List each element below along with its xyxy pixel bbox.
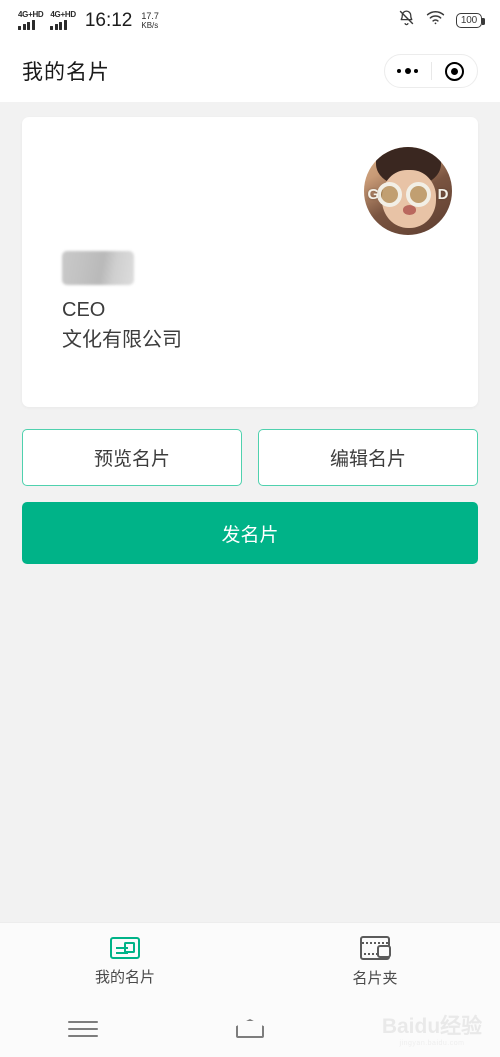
battery-indicator: 100 <box>455 12 485 28</box>
job-title: CEO <box>62 299 106 321</box>
page-title: 我的名片 <box>22 61 110 84</box>
target-circle-icon <box>444 61 464 81</box>
android-home-button[interactable] <box>167 1019 334 1038</box>
avatar-lips <box>402 205 416 215</box>
sim1-network-label: 4G+HD <box>18 9 44 19</box>
phone-screen: 4G+HD 4G+HD 16:12 17.7 KB/s 100 我的名片 CEO… <box>0 0 500 1057</box>
tab-my-card[interactable]: 我的名片 <box>0 936 250 987</box>
tab-card-holder-label: 名片夹 <box>352 969 398 987</box>
status-bar-clock: 16:12 <box>84 9 133 31</box>
bell-muted-icon <box>398 9 415 31</box>
tab-bar: 我的名片 名片夹 <box>0 922 500 1000</box>
company-name: 文化有限公司 <box>62 329 182 351</box>
main-content: CEO 文化有限公司 G D 预览名片 编辑名片 发名片 <box>0 117 500 564</box>
android-menu-button[interactable] <box>0 1016 167 1042</box>
avatar: G D <box>364 147 452 235</box>
more-menu-button[interactable] <box>385 55 431 87</box>
wallet-icon <box>360 935 391 960</box>
sim2-network-label: 4G+HD <box>50 9 76 19</box>
signal-indicator-sim1: 4G+HD <box>18 9 44 30</box>
send-card-button[interactable]: 发名片 <box>22 502 478 564</box>
avatar-overlay-letter-right: D <box>437 185 449 203</box>
watermark-main-text: Baidu经验 <box>381 1014 483 1038</box>
battery-level-label: 100 <box>460 14 477 26</box>
status-bar-right: 100 <box>398 9 485 31</box>
android-navigation-bar: Baidu经验 jingyan.baidu.com <box>0 1000 500 1057</box>
secondary-action-row: 预览名片 编辑名片 <box>22 429 478 486</box>
signal-indicator-sim2: 4G+HD <box>50 9 76 30</box>
status-bar: 4G+HD 4G+HD 16:12 17.7 KB/s 100 <box>0 0 500 40</box>
nav-bar: 我的名片 <box>0 40 500 102</box>
watermark-sub-text: jingyan.baidu.com <box>399 1039 465 1047</box>
status-bar-left: 4G+HD 4G+HD 16:12 17.7 KB/s <box>18 9 159 31</box>
close-miniprogram-button[interactable] <box>432 55 478 87</box>
tab-card-holder[interactable]: 名片夹 <box>250 935 500 988</box>
preview-card-button[interactable]: 预览名片 <box>22 429 242 486</box>
baidu-watermark: Baidu经验 jingyan.baidu.com <box>372 1006 492 1050</box>
network-speed: 17.7 KB/s <box>141 10 159 30</box>
business-card-info: CEO 文化有限公司 <box>62 251 182 355</box>
sim1-signal-bars-icon <box>18 19 35 30</box>
person-name-redacted <box>62 251 134 285</box>
wifi-icon <box>426 10 445 30</box>
business-card-icon <box>110 936 140 959</box>
avatar-overlay-letter-left: G <box>367 185 380 203</box>
edit-card-button[interactable]: 编辑名片 <box>258 429 478 486</box>
network-speed-unit: KB/s <box>141 20 159 30</box>
miniprogram-capsule[interactable] <box>384 54 478 88</box>
business-card[interactable]: CEO 文化有限公司 G D <box>22 117 478 407</box>
network-speed-value: 17.7 <box>141 10 159 21</box>
sim2-signal-bars-icon <box>50 19 67 30</box>
menu-icon <box>68 1016 99 1042</box>
ellipsis-icon <box>397 68 419 74</box>
tab-my-card-label: 我的名片 <box>94 968 155 986</box>
home-icon <box>236 1019 264 1038</box>
